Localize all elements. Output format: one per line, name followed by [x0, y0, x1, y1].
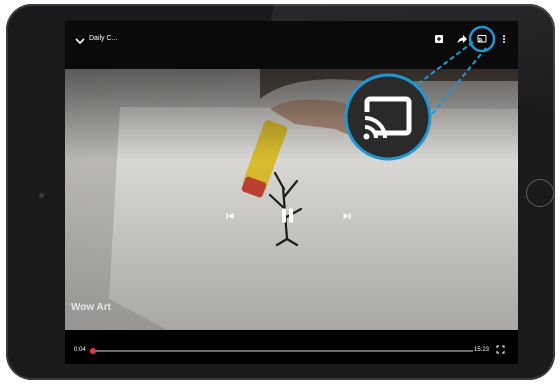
- youtube-player-screen: Daily C... Wow Art 0:04 15:23: [65, 21, 518, 364]
- skip-next-icon[interactable]: [342, 211, 352, 221]
- playlist-add-icon[interactable]: [433, 33, 445, 45]
- video-title[interactable]: Daily C...: [89, 34, 117, 44]
- player-bottom-bar: 0:04 15:23: [65, 330, 518, 364]
- front-camera: [39, 193, 44, 198]
- more-vert-icon[interactable]: [498, 33, 510, 45]
- player-top-bar: Daily C...: [65, 21, 518, 69]
- video-duration: 15:23: [474, 347, 490, 353]
- share-icon[interactable]: [456, 33, 468, 45]
- seek-bar-thumb[interactable]: [90, 347, 97, 354]
- skip-previous-icon[interactable]: [225, 211, 235, 221]
- video-scene-illustration: [65, 69, 518, 330]
- home-button[interactable]: [526, 179, 554, 207]
- video-frame[interactable]: Wow Art: [65, 69, 518, 330]
- chevron-down-icon[interactable]: [73, 34, 87, 48]
- pause-icon[interactable]: [279, 207, 296, 224]
- seek-bar[interactable]: [90, 347, 473, 354]
- fullscreen-icon[interactable]: [496, 345, 505, 354]
- cast-icon[interactable]: [476, 33, 488, 45]
- current-time: 0:04: [74, 347, 86, 353]
- channel-watermark: Wow Art: [71, 302, 111, 313]
